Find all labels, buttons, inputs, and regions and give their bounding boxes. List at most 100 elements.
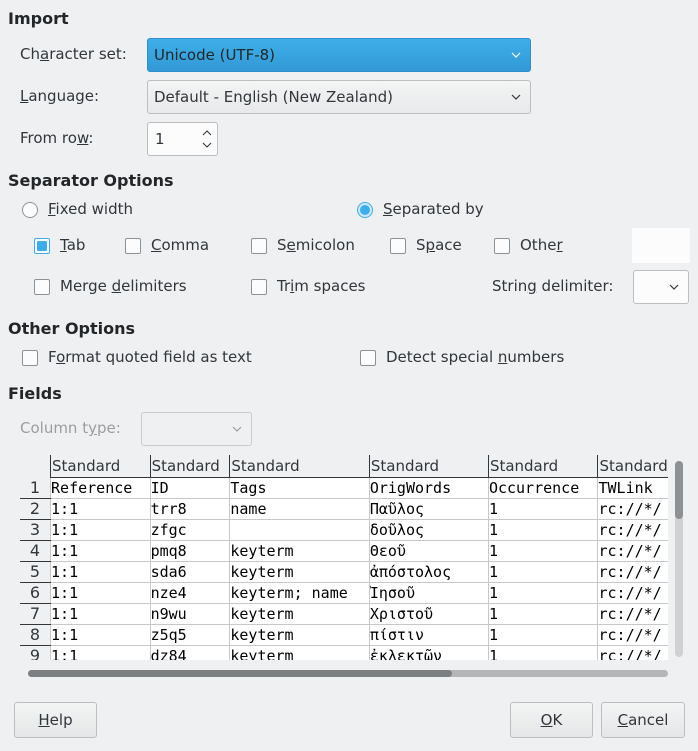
table-cell[interactable]: Θεοῦ	[368, 540, 489, 562]
table-cell[interactable]: keyterm	[229, 645, 370, 660]
table-cell[interactable]: 1:1	[50, 519, 151, 541]
table-cell[interactable]: keyterm	[229, 624, 370, 646]
table-cell[interactable]: 1:1	[50, 603, 151, 625]
column-header[interactable]: Standard	[597, 455, 668, 478]
comma-label[interactable]: Comma	[151, 236, 209, 254]
vertical-scrollbar[interactable]	[675, 461, 683, 657]
column-header[interactable]: Standard	[368, 455, 489, 478]
table-cell[interactable]: 1	[487, 645, 598, 660]
other-checkbox[interactable]	[494, 238, 510, 254]
table-cell[interactable]: 1	[487, 498, 598, 520]
spin-arrows-icon[interactable]	[201, 127, 213, 151]
format-quoted-checkbox[interactable]	[22, 350, 38, 366]
table-cell[interactable]: rc://*/	[597, 498, 668, 520]
table-cell[interactable]: sda6	[149, 561, 230, 583]
table-cell[interactable]: 1:1	[50, 582, 151, 604]
table-cell[interactable]: keyterm; name	[229, 582, 370, 604]
table-cell[interactable]: keyterm	[229, 561, 370, 583]
label-text: pe:	[96, 419, 121, 437]
table-cell[interactable]: rc://*/	[597, 540, 668, 562]
table-cell[interactable]: 1	[487, 624, 598, 646]
label-text: Strin	[492, 277, 528, 295]
horizontal-scrollbar-thumb[interactable]	[28, 670, 452, 677]
other-separator-input[interactable]	[632, 228, 690, 263]
fixed-width-radio[interactable]	[22, 202, 38, 218]
table-cell[interactable]: name	[229, 498, 370, 520]
table-cell[interactable]: 1	[487, 519, 598, 541]
table-cell[interactable]: Παῦλος	[368, 498, 489, 520]
table-cell[interactable]: 1	[487, 603, 598, 625]
detect-special-numbers-checkbox[interactable]	[360, 350, 376, 366]
other-label[interactable]: Other	[520, 236, 563, 254]
table-cell[interactable]: ID	[149, 477, 230, 499]
separated-by-label[interactable]: Separated by	[383, 200, 484, 218]
table-cell[interactable]: OrigWords	[368, 477, 489, 499]
semicolon-label[interactable]: Semicolon	[277, 236, 355, 254]
table-cell[interactable]: 1	[487, 540, 598, 562]
table-cell[interactable]: keyterm	[229, 603, 370, 625]
label-text: micolon	[295, 236, 355, 254]
detect-special-numbers-label[interactable]: Detect special numbers	[386, 348, 564, 366]
table-cell[interactable]: ἀπόστολος	[368, 561, 489, 583]
table-cell[interactable]: keyterm	[229, 540, 370, 562]
tab-checkbox[interactable]	[34, 238, 50, 254]
table-cell[interactable]: n9wu	[149, 603, 230, 625]
table-cell[interactable]: 1:1	[50, 561, 151, 583]
trim-spaces-checkbox[interactable]	[251, 279, 267, 295]
table-cell[interactable]	[229, 519, 370, 541]
horizontal-scrollbar[interactable]	[28, 670, 668, 677]
language-select[interactable]: Default - English (New Zealand)	[147, 80, 531, 114]
table-cell[interactable]: rc://*/	[597, 645, 668, 660]
table-cell[interactable]: Occurrence	[487, 477, 598, 499]
tab-label[interactable]: Tab	[60, 236, 85, 254]
table-cell[interactable]: rc://*/	[597, 603, 668, 625]
merge-delimiters-label[interactable]: Merge delimiters	[60, 277, 187, 295]
table-cell[interactable]: Tags	[229, 477, 370, 499]
table-cell[interactable]: 1:1	[50, 498, 151, 520]
table-cell[interactable]: 1	[487, 561, 598, 583]
table-cell[interactable]: z5q5	[149, 624, 230, 646]
column-header[interactable]: Standard	[149, 455, 230, 478]
help-button[interactable]: Help	[14, 702, 97, 738]
vertical-scrollbar-thumb[interactable]	[675, 461, 683, 519]
table-cell[interactable]: 1:1	[50, 540, 151, 562]
character-set-select[interactable]: Unicode (UTF-8)	[147, 38, 531, 72]
table-cell[interactable]: rc://*/	[597, 582, 668, 604]
format-quoted-label[interactable]: Format quoted field as text	[48, 348, 252, 366]
column-header[interactable]: Standard	[487, 455, 598, 478]
table-cell[interactable]: πίστιν	[368, 624, 489, 646]
table-cell[interactable]: 1:1	[50, 645, 151, 660]
table-cell[interactable]: pmq8	[149, 540, 230, 562]
fixed-width-label[interactable]: Fixed width	[48, 200, 133, 218]
table-cell[interactable]: nze4	[149, 582, 230, 604]
table-cell[interactable]: Χριστοῦ	[368, 603, 489, 625]
table-cell[interactable]: ἐκλεκτῶν	[368, 645, 489, 660]
column-type-select[interactable]	[141, 412, 252, 446]
table-cell[interactable]: trr8	[149, 498, 230, 520]
table-cell[interactable]: zfgc	[149, 519, 230, 541]
table-cell[interactable]: rc://*/	[597, 519, 668, 541]
space-label[interactable]: Space	[416, 236, 462, 254]
comma-checkbox[interactable]	[125, 238, 141, 254]
column-header[interactable]: Standard	[229, 455, 370, 478]
table-cell[interactable]: dz84	[149, 645, 230, 660]
cancel-button[interactable]: Cancel	[601, 702, 685, 738]
table-cell[interactable]: TWLink	[597, 477, 668, 499]
column-header[interactable]: Standard	[50, 455, 151, 478]
fields-preview-grid[interactable]: Standard Standard Standard Standard Stan…	[20, 455, 668, 660]
table-cell[interactable]: rc://*/	[597, 561, 668, 583]
merge-delimiters-checkbox[interactable]	[34, 279, 50, 295]
from-row-spinbox[interactable]: 1	[147, 122, 218, 156]
table-cell[interactable]: Reference	[50, 477, 151, 499]
trim-spaces-label[interactable]: Trim spaces	[277, 277, 366, 295]
table-cell[interactable]: 1	[487, 582, 598, 604]
table-cell[interactable]: 1:1	[50, 624, 151, 646]
separated-by-radio[interactable]	[357, 202, 373, 218]
semicolon-checkbox[interactable]	[251, 238, 267, 254]
string-delimiter-select[interactable]	[633, 270, 689, 304]
ok-button[interactable]: OK	[510, 702, 593, 738]
space-checkbox[interactable]	[390, 238, 406, 254]
table-cell[interactable]: Ἰησοῦ	[368, 582, 489, 604]
table-cell[interactable]: δοῦλος	[368, 519, 489, 541]
table-cell[interactable]: rc://*/	[597, 624, 668, 646]
